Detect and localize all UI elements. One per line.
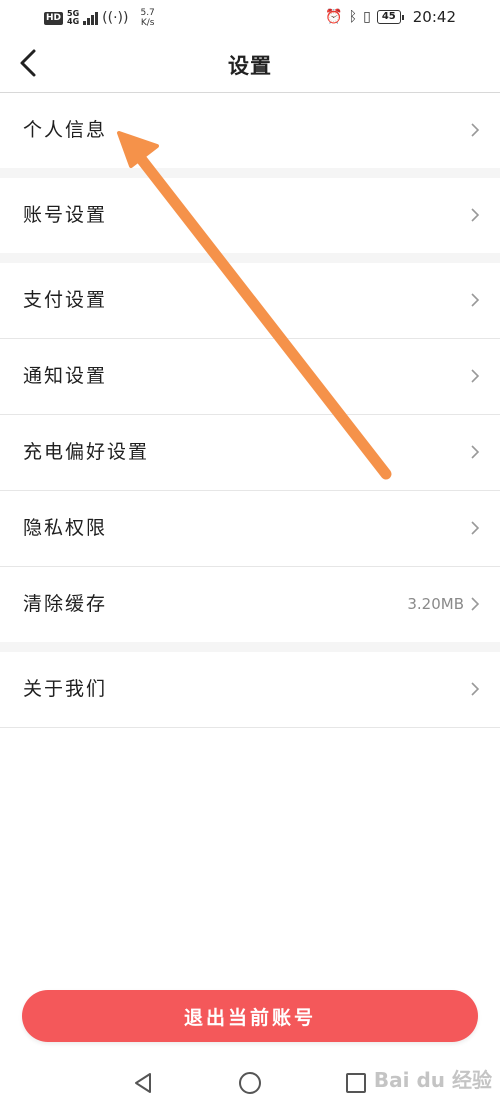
status-right: ⏰ ᛒ ▯ 45 20:42 — [325, 8, 456, 26]
signal-icon — [83, 11, 99, 25]
settings-group-3: 支付设置 通知设置 充电偏好设置 隐私权限 清除缓存 3.20MB — [0, 263, 500, 642]
status-bar: HD 5G 4G ((·)) 5.7 K/s ⏰ ᛒ ▯ 45 20:42 — [0, 0, 500, 34]
settings-item-label: 隐私权限 — [23, 517, 108, 539]
chevron-right-icon — [471, 208, 480, 222]
hotspot-icon: ((·)) — [102, 10, 129, 26]
settings-item-privacy[interactable]: 隐私权限 — [0, 491, 500, 567]
group-gap — [0, 642, 500, 652]
settings-item-charging-preferences[interactable]: 充电偏好设置 — [0, 415, 500, 491]
settings-item-label: 个人信息 — [23, 119, 108, 141]
battery-icon: 45 — [376, 10, 404, 24]
chevron-right-icon — [471, 597, 480, 611]
net-speed-unit: K/s — [140, 18, 155, 28]
chevron-right-icon — [471, 445, 480, 459]
settings-item-label: 清除缓存 — [23, 593, 108, 615]
settings-item-about-us[interactable]: 关于我们 — [0, 652, 500, 728]
settings-item-payment[interactable]: 支付设置 — [0, 263, 500, 339]
page-title: 设置 — [228, 54, 272, 78]
cache-size-value: 3.20MB — [407, 595, 464, 613]
triangle-back-icon[interactable] — [130, 1070, 156, 1096]
settings-group-4: 关于我们 — [0, 652, 500, 728]
net-speed-value: 5.7 — [140, 8, 155, 18]
settings-item-notifications[interactable]: 通知设置 — [0, 339, 500, 415]
chevron-right-icon — [471, 123, 480, 137]
bluetooth-icon: ᛒ — [348, 9, 358, 25]
vibrate-icon: ▯ — [363, 9, 371, 25]
chevron-right-icon — [471, 682, 480, 696]
clock: 20:42 — [412, 8, 456, 26]
net-speed: 5.7 K/s — [140, 8, 154, 28]
settings-item-label: 通知设置 — [23, 365, 108, 387]
settings-item-label: 关于我们 — [23, 678, 108, 700]
settings-item-label: 账号设置 — [23, 204, 108, 226]
status-left: HD 5G 4G ((·)) 5.7 K/s — [44, 8, 155, 28]
chevron-right-icon — [471, 293, 480, 307]
logout-button[interactable]: 退出当前账号 — [22, 990, 478, 1042]
circle-home-icon[interactable] — [237, 1070, 263, 1096]
settings-group-1: 个人信息 — [0, 93, 500, 168]
header: 设置 — [0, 34, 500, 93]
chevron-right-icon — [471, 521, 480, 535]
group-gap — [0, 168, 500, 178]
settings-item-label: 支付设置 — [23, 289, 108, 311]
settings-item-label: 充电偏好设置 — [23, 441, 150, 463]
alarm-icon: ⏰ — [325, 9, 343, 25]
chevron-right-icon — [471, 369, 480, 383]
settings-item-clear-cache[interactable]: 清除缓存 3.20MB — [0, 567, 500, 642]
settings-item-personal-info[interactable]: 个人信息 — [0, 93, 500, 168]
battery-level: 45 — [381, 11, 396, 22]
network-type: 5G 4G — [67, 10, 79, 26]
group-gap — [0, 253, 500, 263]
settings-item-account[interactable]: 账号设置 — [0, 178, 500, 253]
settings-group-2: 账号设置 — [0, 178, 500, 253]
watermark: Bai du 经验 — [373, 1068, 492, 1092]
hd-badge: HD — [44, 11, 64, 25]
square-recent-icon[interactable] — [343, 1070, 369, 1096]
network-sub-label: 4G — [67, 17, 80, 26]
